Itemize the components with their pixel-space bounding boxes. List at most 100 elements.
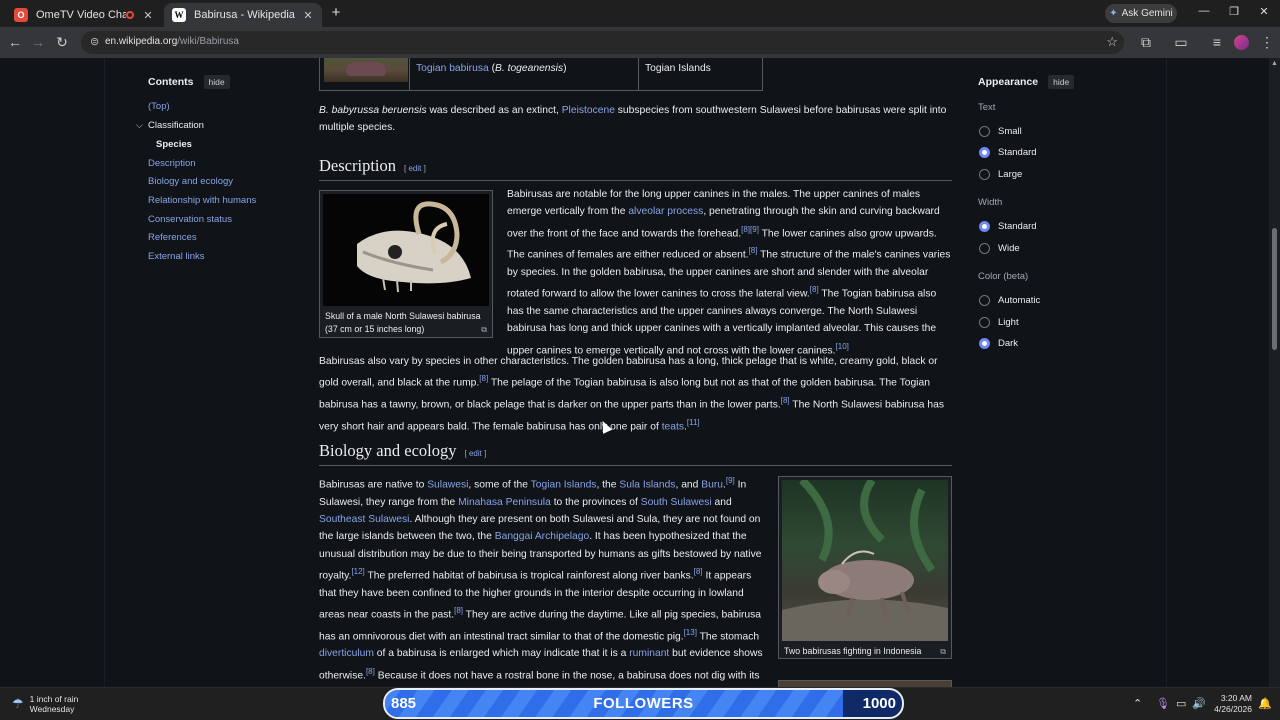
volume-icon[interactable]: 🔊 [1192, 697, 1206, 710]
appearance-hide-button[interactable]: hide [1048, 75, 1075, 89]
site-info-icon[interactable]: ⊜ [90, 35, 104, 49]
toc-item-relationship[interactable]: Relationship with humans [148, 195, 256, 206]
address-bar[interactable]: ⊜ en.wikipedia.org/wiki/Babirusa ☆ [81, 31, 1124, 54]
radio-color-dark[interactable]: Dark [979, 338, 1018, 349]
citation-link[interactable]: [13] [684, 628, 697, 637]
alveolar-process-link[interactable]: alveolar process [628, 206, 703, 217]
radio-selected-icon [979, 221, 990, 232]
togian-babirusa-thumbnail[interactable] [324, 58, 408, 82]
tab-wikipedia[interactable]: W Babirusa - Wikipedia ✕ [164, 3, 322, 27]
enlarge-icon[interactable]: ⧉ [940, 645, 946, 658]
citation-link[interactable]: [8] [454, 606, 463, 615]
citation-link[interactable]: [8][9] [741, 225, 759, 234]
citation-link[interactable]: [8] [781, 396, 790, 405]
new-tab-icon[interactable]: + [328, 4, 344, 22]
pleistocene-link[interactable]: Pleistocene [562, 105, 615, 116]
tray-chevron-up-icon[interactable]: ⌃ [1133, 697, 1142, 710]
fighting-babirusas-image[interactable] [782, 480, 948, 641]
scrollbar-thumb[interactable] [1272, 228, 1277, 350]
heading-description: Description[ edit ] [319, 157, 952, 181]
rain-cloud-icon: ☂ [12, 696, 24, 711]
close-tab-icon[interactable]: ✕ [140, 9, 156, 22]
radio-text-standard[interactable]: Standard [979, 147, 1037, 158]
radio-text-large[interactable]: Large [979, 169, 1022, 180]
toc-item-external-links[interactable]: External links [148, 251, 205, 262]
next-figure-thumbnail[interactable] [778, 680, 952, 687]
weather-day: Wednesday [29, 704, 75, 714]
weather-widget[interactable]: ☂ 1 inch of rain Wednesday [12, 694, 78, 714]
edit-biology-link[interactable]: [ edit ] [464, 449, 486, 458]
tab-ometv[interactable]: O OmeTV Video Chat — Ome ✕ [6, 3, 162, 27]
radio-color-automatic[interactable]: Automatic [979, 295, 1040, 306]
forward-icon[interactable]: → [29, 34, 47, 52]
skull-figure: Skull of a male North Sulawesi babirusa … [319, 190, 493, 338]
media-controls-icon[interactable]: ≡ [1208, 34, 1226, 52]
fighting-babirusas-figure: Two babirusas fighting in Indonesia ⧉ [778, 476, 952, 659]
diverticulum-link[interactable]: diverticulum [319, 648, 374, 659]
toc-item-description[interactable]: Description [148, 158, 196, 169]
notification-bell-icon[interactable]: 🔔 [1258, 697, 1272, 710]
reload-icon[interactable]: ↻ [53, 34, 71, 52]
minahasa-peninsula-link[interactable]: Minahasa Peninsula [458, 497, 551, 508]
radio-width-standard[interactable]: Standard [979, 221, 1037, 232]
browser-menu-icon[interactable]: ⋮ [1258, 34, 1276, 52]
buru-link[interactable]: Buru [701, 479, 723, 490]
togian-islands-link[interactable]: Togian Islands [531, 479, 597, 490]
cast-icon[interactable]: ▭ [1172, 34, 1190, 52]
bookmark-star-icon[interactable]: ☆ [1106, 34, 1118, 50]
togian-babirusa-link[interactable]: Togian babirusa [416, 63, 489, 74]
extensions-icon[interactable]: ⧉ [1137, 34, 1155, 52]
skull-image[interactable] [323, 194, 489, 306]
profile-avatar[interactable] [1234, 35, 1249, 50]
citation-link[interactable]: [9] [726, 476, 735, 485]
toc-item-top[interactable]: (Top) [148, 101, 170, 112]
scroll-up-icon[interactable]: ▲ [1271, 60, 1278, 67]
page-scrollbar[interactable]: ▲ [1269, 58, 1280, 687]
southeast-sulawesi-link[interactable]: Southeast Sulawesi [319, 514, 409, 525]
wikipedia-page: Contents hide (Top) ⌵ Classification Spe… [0, 58, 1280, 687]
network-icon[interactable]: ▭ [1176, 697, 1186, 710]
toc-item-conservation[interactable]: Conservation status [148, 214, 232, 225]
edit-description-link[interactable]: [ edit ] [404, 164, 426, 173]
toc-item-classification[interactable]: Classification [148, 120, 204, 131]
sula-islands-link[interactable]: Sula Islands [619, 479, 675, 490]
back-icon[interactable]: ← [6, 34, 24, 52]
ask-gemini-button[interactable]: ✦ Ask Gemini [1105, 4, 1177, 23]
table-of-contents: Contents hide (Top) ⌵ Classification Spe… [136, 74, 308, 262]
citation-link[interactable]: [8] [366, 667, 375, 676]
ometv-favicon-icon: O [14, 8, 28, 22]
toc-item-biology[interactable]: Biology and ecology [148, 176, 233, 187]
description-paragraph-2: Babirusas also vary by species in other … [319, 356, 944, 433]
taskbar: ☂ 1 inch of rain Wednesday 885 FOLLOWERS… [0, 687, 1280, 720]
toc-item-references[interactable]: References [148, 232, 197, 243]
followers-label: FOLLOWERS [593, 695, 694, 712]
close-tab-icon[interactable]: ✕ [300, 9, 316, 22]
toc-hide-button[interactable]: hide [203, 75, 230, 89]
ruminant-link[interactable]: ruminant [629, 648, 669, 659]
microphone-icon[interactable]: 🎙 [1156, 697, 1170, 710]
radio-color-light[interactable]: Light [979, 317, 1019, 328]
tab-title: OmeTV Video Chat — Ome [36, 9, 126, 21]
restore-icon[interactable]: ❐ [1224, 5, 1244, 21]
citation-link[interactable]: [11] [687, 418, 700, 427]
enlarge-icon[interactable]: ⧉ [481, 323, 487, 336]
toc-item-species[interactable]: Species [156, 139, 192, 150]
banggai-archipelago-link[interactable]: Banggai Archipelago [495, 531, 589, 542]
minimize-icon[interactable]: — [1194, 5, 1214, 21]
toc-title: Contents [148, 76, 194, 88]
teats-link[interactable]: teats [662, 421, 684, 432]
south-sulawesi-link[interactable]: South Sulawesi [641, 497, 712, 508]
radio-width-wide[interactable]: Wide [979, 243, 1020, 254]
sulawesi-link[interactable]: Sulawesi [427, 479, 468, 490]
radio-text-small[interactable]: Small [979, 126, 1022, 137]
radio-icon [979, 243, 990, 254]
citation-link[interactable]: [10] [836, 342, 849, 351]
window-close-icon[interactable]: ✕ [1254, 5, 1274, 21]
species-table-row: Togian babirusa (B. togeanensis) Togian … [319, 58, 763, 91]
citation-link[interactable]: [12] [351, 567, 364, 576]
citation-link[interactable]: [8] [479, 374, 488, 383]
chevron-down-icon[interactable]: ⌵ [136, 120, 143, 131]
citation-link[interactable]: [8] [810, 285, 819, 294]
citation-link[interactable]: [8] [694, 567, 703, 576]
system-clock[interactable]: 3:20 AM 4/26/2026 [1210, 693, 1252, 715]
